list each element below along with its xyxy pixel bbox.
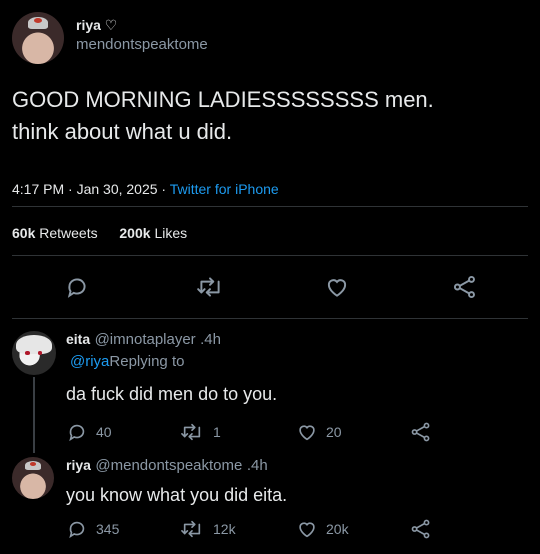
likes-stat[interactable]: 200k Likes <box>119 225 187 241</box>
retweets-label: Retweets <box>39 225 98 241</box>
reply-author-handle[interactable]: @mendontspeaktome <box>95 457 242 474</box>
author-handle[interactable]: mendontspeaktome <box>76 36 208 53</box>
tweet-text-line: think about what u did. <box>12 119 233 144</box>
reply-icon[interactable] <box>66 518 88 540</box>
tweet-stats: 60k Retweets 200k Likes <box>12 225 187 241</box>
tweet-text: GOOD MORNING LADIESSSSSSSS men. think ab… <box>12 84 434 148</box>
reply-icon[interactable] <box>66 421 88 443</box>
reply-author-name[interactable]: eita <box>66 331 90 347</box>
reply-text: da fuck did men do to you. <box>66 384 278 404</box>
reply-icon[interactable] <box>64 274 90 300</box>
retweet-count: 12k <box>213 521 236 537</box>
retweets-count: 60k <box>12 225 36 241</box>
replying-to: @riyaReplying to <box>70 353 184 370</box>
likes-label: Likes <box>154 225 188 241</box>
avatar-eye <box>25 351 30 355</box>
reply-header: eita @imnotaplayer .4h <box>66 331 221 349</box>
divider <box>12 255 528 256</box>
like-count: 20k <box>326 521 349 537</box>
tweet-date[interactable]: · Jan 30, 2025 · <box>68 181 166 197</box>
thread-line <box>33 377 35 453</box>
like-icon[interactable] <box>296 518 318 540</box>
reply-header: riya @mendontspeaktome .4h <box>66 457 268 475</box>
reply-count: 345 <box>96 521 120 537</box>
reply-age: .4h <box>200 331 221 348</box>
retweet-count: 1 <box>213 424 221 440</box>
author-name[interactable]: riya ♡ <box>76 17 117 34</box>
like-icon[interactable] <box>296 421 318 443</box>
avatar-eye <box>37 351 42 355</box>
share-icon[interactable] <box>410 421 432 443</box>
tweet-text-line: GOOD MORNING LADIESSSSSSSS men. <box>12 87 434 112</box>
replying-to-label: Replying to <box>109 353 185 370</box>
share-icon[interactable] <box>410 518 432 540</box>
share-icon[interactable] <box>452 274 478 300</box>
divider <box>12 318 528 319</box>
reply-avatar[interactable] <box>12 457 54 499</box>
reply-text: you know what you did eita. <box>66 485 288 505</box>
avatar-hair <box>16 334 52 355</box>
reply-author-handle[interactable]: @imnotaplayer <box>95 331 196 348</box>
retweet-icon[interactable] <box>196 274 224 300</box>
reply-author-name[interactable]: riya <box>66 457 91 473</box>
reply-count: 40 <box>96 424 112 440</box>
replying-to-handle[interactable]: @riya <box>70 353 109 370</box>
retweets-stat[interactable]: 60k Retweets <box>12 225 102 241</box>
tweet-source[interactable]: Twitter for iPhone <box>170 181 279 197</box>
reply-avatar[interactable] <box>12 331 56 375</box>
like-icon[interactable] <box>324 274 350 300</box>
reply-age: .4h <box>246 457 268 474</box>
retweet-icon[interactable] <box>180 421 204 443</box>
tweet-meta: 4:17 PM · Jan 30, 2025 · Twitter for iPh… <box>12 181 279 197</box>
divider <box>12 206 528 207</box>
retweet-icon[interactable] <box>180 518 204 540</box>
author-avatar[interactable] <box>12 12 64 64</box>
likes-count: 200k <box>119 225 151 241</box>
tweet-time[interactable]: 4:17 PM <box>12 181 64 197</box>
like-count: 20 <box>326 424 342 440</box>
